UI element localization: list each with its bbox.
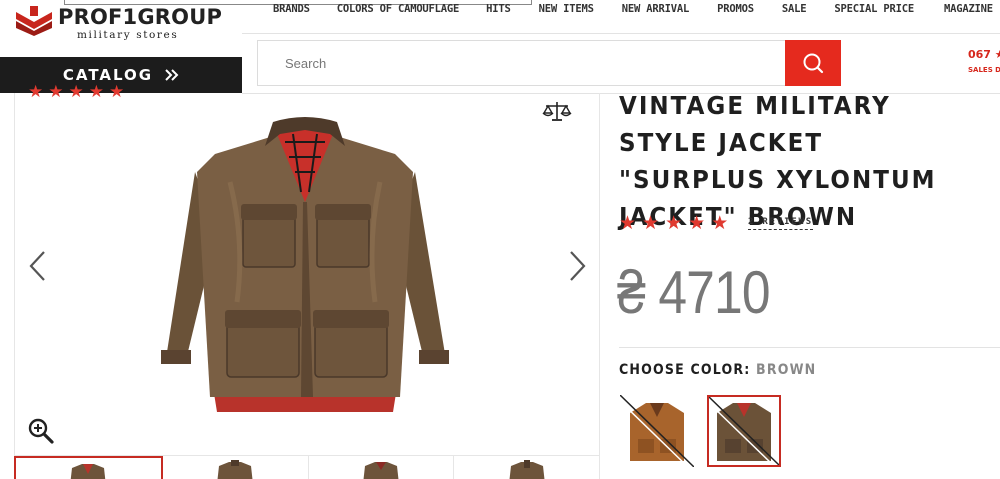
logo[interactable]: PROF1GROUP military stores bbox=[0, 0, 242, 57]
star-icon: ★ bbox=[642, 213, 660, 234]
arrow-right-icon[interactable] bbox=[565, 249, 589, 283]
logo-chevron-icon bbox=[16, 6, 52, 36]
star-icon: ★ bbox=[48, 82, 64, 101]
star-icon: ★ bbox=[28, 82, 44, 101]
color-swatch-brown[interactable] bbox=[707, 395, 781, 467]
currency-symbol: ₴ bbox=[617, 259, 646, 326]
nav-promos[interactable]: PROMOS bbox=[717, 3, 754, 15]
arrow-left-icon[interactable] bbox=[26, 249, 50, 283]
product-image[interactable] bbox=[155, 112, 455, 417]
nav-new-arrival[interactable]: NEW ARRIVAL bbox=[622, 3, 690, 15]
color-label-text: CHOOSE COLOR: bbox=[619, 362, 757, 378]
nav-sale[interactable]: SALE bbox=[782, 3, 807, 15]
nav-special-price[interactable]: SPECIAL PRICE bbox=[834, 3, 914, 15]
logo-title: PROF1GROUP bbox=[58, 5, 223, 29]
search-button[interactable] bbox=[785, 40, 841, 86]
thumbnail-strip bbox=[14, 455, 600, 479]
color-selector-label: CHOOSE COLOR: BROWN bbox=[619, 362, 816, 378]
phone-number[interactable]: 067 ★ bbox=[968, 48, 1000, 61]
zoom-in-icon[interactable] bbox=[27, 417, 55, 445]
selected-color-value: BROWN bbox=[756, 362, 817, 378]
nav-colors-of-camouflage[interactable]: COLORS OF CAMOUFLAGE bbox=[337, 3, 460, 15]
search-input[interactable] bbox=[258, 41, 785, 85]
search-box bbox=[257, 40, 785, 86]
price-value: 4710 bbox=[658, 259, 770, 326]
compare-scales-icon[interactable] bbox=[542, 100, 572, 124]
phone-note: SALES D bbox=[968, 66, 1000, 74]
star-icon: ★ bbox=[88, 82, 104, 101]
nav-brands[interactable]: BRANDS bbox=[273, 3, 310, 15]
nav-new-items[interactable]: NEW ITEMS bbox=[539, 3, 594, 15]
star-icon: ★ bbox=[68, 82, 84, 101]
thumbnail[interactable] bbox=[163, 456, 309, 479]
nav-magazine[interactable]: MAGAZINE bbox=[944, 3, 993, 15]
top-navigation: BRANDS COLORS OF CAMOUFLAGE HITS NEW ITE… bbox=[242, 0, 1000, 18]
logo-subtitle: military stores bbox=[77, 29, 179, 41]
star-icon: ★ bbox=[619, 213, 637, 234]
nav-divider bbox=[242, 33, 1000, 34]
reviews-link[interactable]: 2 REVIEWS bbox=[748, 217, 813, 230]
thumbnail[interactable] bbox=[309, 456, 455, 479]
product-price: ₴ 4710 bbox=[617, 258, 771, 327]
product-rating: ★ ★ ★ ★ ★ bbox=[619, 214, 728, 233]
star-icon: ★ bbox=[711, 213, 729, 234]
star-icon: ★ bbox=[109, 82, 125, 101]
nav-hits[interactable]: HITS bbox=[486, 3, 511, 15]
star-icon: ★ bbox=[665, 213, 683, 234]
price-divider bbox=[619, 347, 1000, 348]
search-icon bbox=[803, 53, 824, 74]
color-swatch-light-brown[interactable] bbox=[620, 395, 694, 467]
thumbnail[interactable] bbox=[454, 456, 600, 479]
thumbnail[interactable] bbox=[14, 456, 163, 479]
star-icon: ★ bbox=[688, 213, 706, 234]
gallery-rating: ★ ★ ★ ★ ★ bbox=[28, 83, 124, 100]
chevron-double-right-icon bbox=[165, 69, 179, 81]
